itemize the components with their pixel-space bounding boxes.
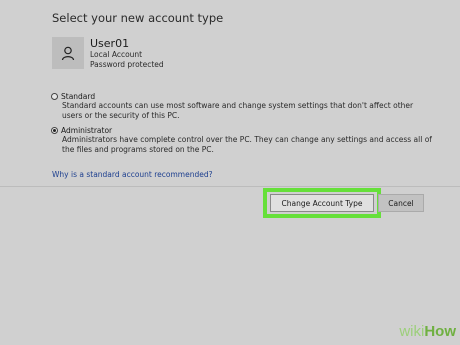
administrator-radio[interactable] [51,127,58,134]
standard-label[interactable]: Standard [61,92,95,101]
wikihow-watermark: wiki How [399,319,456,343]
administrator-label[interactable]: Administrator [61,126,112,135]
standard-account-help-link[interactable]: Why is a standard account recommended? [52,170,213,179]
user-info: User01 Local Account Password protected [90,37,164,70]
administrator-option[interactable]: Administrator [51,126,112,135]
divider [0,186,460,187]
change-account-type-button[interactable]: Change Account Type [270,194,374,212]
dialog-heading: Select your new account type [52,11,224,25]
password-status: Password protected [90,60,164,69]
standard-option[interactable]: Standard [51,92,95,101]
user-name: User01 [90,37,130,50]
standard-radio[interactable] [51,93,58,100]
watermark-wiki: wiki [399,322,425,340]
person-icon [61,46,75,61]
standard-description: Standard accounts can use most software … [62,101,414,120]
account-kind: Local Account [90,50,143,59]
user-card: User01 Local Account Password protected [52,37,164,70]
watermark-how: How [424,322,456,340]
administrator-description: Administrators have complete control ove… [62,135,432,154]
cancel-button[interactable]: Cancel [378,194,424,212]
avatar [52,37,84,69]
